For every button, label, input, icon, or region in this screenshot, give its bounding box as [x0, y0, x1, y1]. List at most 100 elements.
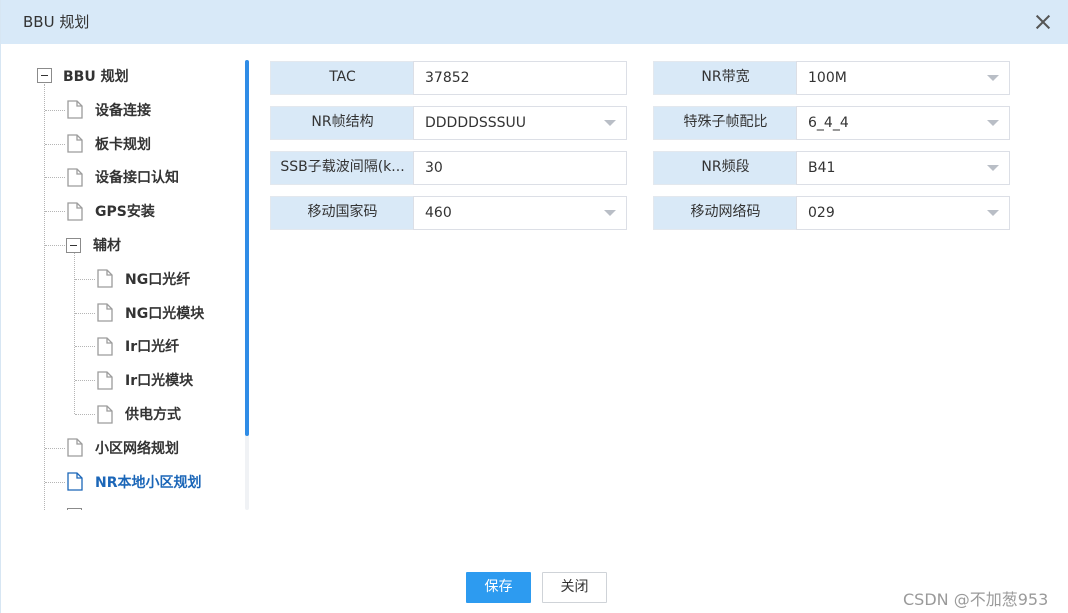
field-label: TAC — [270, 61, 414, 95]
field-value: 6_4_4 — [808, 115, 849, 131]
tree-item-8[interactable]: Ir口光模块 — [97, 368, 193, 392]
tree-item-label: NG口光纤 — [125, 271, 191, 288]
chevron-down-icon[interactable] — [604, 210, 616, 216]
tree-item-partial[interactable] — [67, 503, 82, 510]
tree-item-1[interactable]: 板卡规划 — [67, 132, 151, 156]
tree-item-label: 设备接口认知 — [95, 170, 179, 187]
document-icon — [97, 337, 113, 356]
form-field: 移动网络码 029 — [653, 196, 1010, 230]
field-select[interactable]: 029 — [796, 196, 1010, 230]
tree-connector — [75, 346, 95, 348]
document-icon — [97, 371, 113, 390]
collapse-toggle-icon[interactable] — [66, 237, 81, 253]
tree-connector — [45, 481, 65, 483]
tree-connector — [75, 380, 95, 382]
field-value: B41 — [808, 160, 836, 176]
form-field: NR带宽 100M — [653, 61, 1010, 95]
form-field: NR频段 B41 — [653, 151, 1010, 185]
chevron-down-icon[interactable] — [987, 210, 999, 216]
document-icon — [67, 168, 83, 187]
field-input[interactable]: 37852 — [413, 61, 627, 95]
tree-item-11[interactable]: NR本地小区规划 — [67, 470, 202, 494]
document-icon — [67, 438, 83, 457]
tree-item-label: NR本地小区规划 — [95, 474, 202, 491]
tree-item-10[interactable]: 小区网络规划 — [67, 436, 179, 460]
tree-connector — [75, 278, 95, 280]
field-select[interactable]: B41 — [796, 151, 1010, 185]
field-label: NR帧结构 — [270, 106, 414, 140]
tree-item-label: Ir口光模块 — [125, 373, 194, 390]
field-select[interactable]: 460 — [413, 196, 627, 230]
tree-root-bbu[interactable]: BBU 规划 — [63, 64, 129, 88]
document-icon — [97, 269, 113, 288]
tree-item-2[interactable]: 设备接口认知 — [67, 165, 179, 189]
tree-item-label: 小区网络规划 — [95, 440, 179, 457]
form-field: SSB子载波间隔(k... 30 — [270, 151, 627, 185]
save-button[interactable]: 保存 — [466, 572, 531, 603]
dialog-titlebar: BBU 规划 — [1, 0, 1068, 44]
field-label: 移动网络码 — [653, 196, 797, 230]
tree-connector — [75, 414, 95, 415]
field-select[interactable]: 100M — [796, 61, 1010, 95]
dialog-title: BBU 规划 — [23, 13, 90, 31]
field-input[interactable]: 30 — [413, 151, 627, 185]
tree-guide-level1 — [44, 84, 45, 510]
field-label: NR带宽 — [653, 61, 797, 95]
tree-root-label: BBU 规划 — [63, 69, 129, 85]
tree-item-label: 辅材 — [93, 238, 121, 254]
tree-item-label: NG口光模块 — [125, 305, 205, 322]
chevron-down-icon[interactable] — [987, 75, 999, 81]
tree-panel: BBU 规划设备连接板卡规划设备接口认知 GPS安装辅材 NG口光纤 NG口光模块 Ir… — [23, 58, 251, 510]
field-value: 30 — [425, 160, 443, 176]
tree-item-9[interactable]: 供电方式 — [97, 402, 181, 426]
tree-item-label: 供电方式 — [125, 407, 181, 423]
tree-item-0[interactable]: 设备连接 — [67, 98, 151, 122]
tree-connector — [45, 447, 65, 449]
tree-connector — [45, 245, 65, 246]
tree-connector — [45, 177, 65, 179]
document-icon — [97, 404, 113, 424]
tree-connector — [45, 143, 65, 145]
field-value: 029 — [808, 205, 835, 221]
close-button[interactable]: 关闭 — [542, 572, 607, 603]
chevron-down-icon[interactable] — [987, 165, 999, 171]
expand-toggle-icon[interactable] — [67, 507, 82, 510]
field-value: 460 — [425, 205, 452, 221]
field-value: DDDDDSSSUU — [425, 115, 527, 131]
tree-connector — [45, 211, 65, 213]
tree-item-6[interactable]: NG口光模块 — [97, 301, 204, 325]
document-icon — [67, 202, 83, 221]
tree-guide-level2 — [74, 252, 75, 414]
tree-item-3[interactable]: GPS安装 — [67, 199, 155, 223]
form-field: NR帧结构 DDDDDSSSUU — [270, 106, 627, 140]
chevron-down-icon[interactable] — [987, 120, 999, 126]
field-label: 特殊子帧配比 — [653, 106, 797, 140]
root-collapse-toggle[interactable] — [37, 68, 52, 83]
field-select[interactable]: DDDDDSSSUU — [413, 106, 627, 140]
document-icon — [67, 100, 83, 119]
document-icon — [67, 472, 83, 491]
tree-item-label: Ir口光纤 — [125, 339, 180, 356]
field-label: SSB子载波间隔(k... — [270, 151, 414, 185]
tree-item-label: 设备连接 — [95, 102, 151, 119]
chevron-down-icon[interactable] — [604, 120, 616, 126]
form-field: 特殊子帧配比 6_4_4 — [653, 106, 1010, 140]
close-icon[interactable] — [1031, 10, 1055, 34]
field-value: 37852 — [425, 70, 470, 86]
tree-item-7[interactable]: Ir口光纤 — [97, 334, 179, 358]
tree-connector — [75, 312, 95, 314]
tree-item-5[interactable]: NG口光纤 — [97, 267, 190, 291]
tree-item-label: 板卡规划 — [95, 136, 151, 153]
form-field: 移动国家码 460 — [270, 196, 627, 230]
watermark: CSDN @不加葱953 — [903, 590, 1049, 609]
form-field: TAC 37852 — [270, 61, 627, 95]
bbu-planning-dialog: BBU 规划 BBU 规划设备连接板卡规划设备接口认知 GPS安装辅材 NG口光纤 N… — [0, 0, 1068, 613]
field-value: 100M — [808, 70, 847, 86]
tree-item-label: GPS安装 — [95, 204, 155, 221]
tree-connector — [45, 109, 65, 111]
field-label: NR频段 — [653, 151, 797, 185]
field-select[interactable]: 6_4_4 — [796, 106, 1010, 140]
field-label: 移动国家码 — [270, 196, 414, 230]
document-icon — [67, 134, 83, 153]
document-icon — [97, 303, 113, 322]
